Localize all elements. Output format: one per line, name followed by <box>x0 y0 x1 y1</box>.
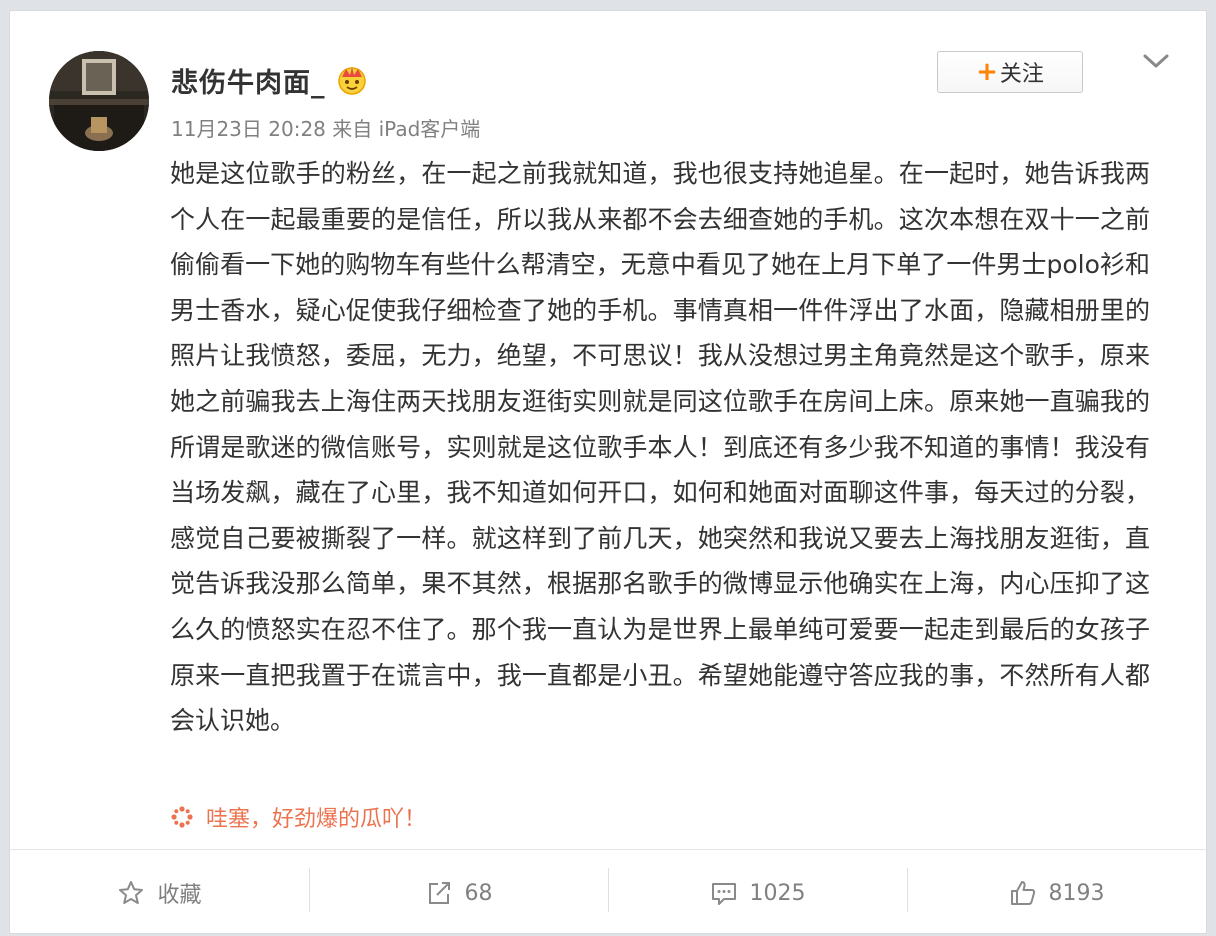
chevron-down-icon[interactable] <box>1141 51 1171 71</box>
crown-icon <box>338 67 366 95</box>
reaction-text: 哇塞，好劲爆的瓜吖！ <box>206 807 427 832</box>
action-bar: 收藏 68 1025 8193 <box>10 849 1206 936</box>
follow-label: 关注 <box>999 62 1044 87</box>
follow-button[interactable]: + 关注 <box>937 51 1083 93</box>
comment-button[interactable]: 1025 <box>608 850 907 936</box>
comment-count: 1025 <box>749 880 806 906</box>
plus-icon: + <box>976 57 998 87</box>
post-text: 她是这位歌手的粉丝，在一起之前我就知道，我也很支持她追星。在一起时，她告诉我两个… <box>170 159 1150 736</box>
username[interactable]: 悲伤牛肉面_ <box>171 61 326 100</box>
like-count: 8193 <box>1048 880 1105 906</box>
repost-count: 68 <box>464 880 493 906</box>
repost-button[interactable]: 68 <box>309 850 608 936</box>
thumbs-up-icon <box>1010 881 1035 905</box>
comment-icon <box>711 883 736 905</box>
favorite-button[interactable]: 收藏 <box>10 850 309 936</box>
avatar[interactable] <box>49 51 149 151</box>
favorite-label: 收藏 <box>157 883 202 908</box>
star-icon <box>119 881 144 904</box>
post-meta: 11月23日 20:28 来自 iPad客户端 <box>171 117 481 141</box>
like-button[interactable]: 8193 <box>907 850 1206 936</box>
post-card: 悲伤牛肉面_ 11月23日 20:28 来自 iPad客户端 + 关注 她是这位… <box>9 10 1207 934</box>
reaction-line: 哇塞，好劲爆的瓜吖！ <box>170 801 426 833</box>
repost-icon <box>428 882 450 904</box>
spark-icon <box>171 806 193 828</box>
